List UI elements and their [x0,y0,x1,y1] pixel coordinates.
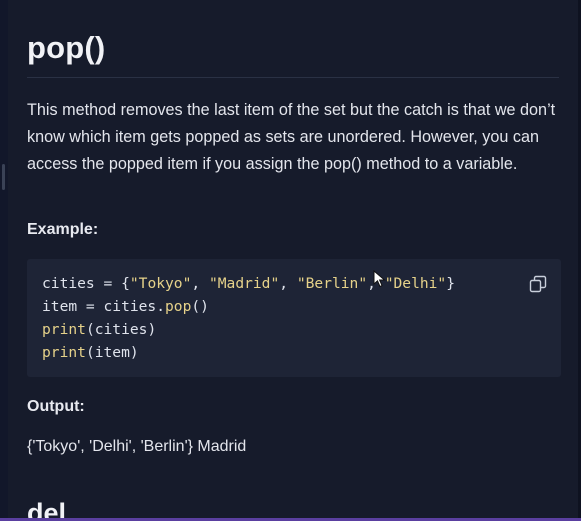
copy-icon [529,275,547,293]
example-label: Example: [27,221,99,238]
code-function: print [42,321,86,338]
section-title: pop() [27,30,106,65]
code-token: () [191,298,209,315]
code-token: cities [42,275,95,292]
code-string: "Delhi" [384,275,447,292]
code-string: "Tokyo" [129,275,192,292]
section-description: This method removes the last item of the… [27,101,556,173]
code-string: "Madrid" [208,275,280,292]
resize-handle[interactable] [2,164,5,190]
code-token: } [446,275,456,292]
code-token: (item) [85,344,139,361]
code-line-1: cities = {"Tokyo", "Madrid", "Berlin", "… [42,272,561,295]
code-block: cities = {"Tokyo", "Madrid", "Berlin", "… [27,259,561,377]
code-line-4: print(item) [42,341,561,364]
code-token: item = cities. [42,298,166,315]
code-token: (cities) [85,321,157,338]
output-label: Output: [27,398,85,415]
mouse-cursor-icon [373,270,386,288]
code-line-2: item = cities.pop() [42,295,561,318]
article-page: pop() This method removes the last item … [0,0,581,521]
title-divider [27,77,559,78]
code-string: "Berlin" [296,275,368,292]
code-line-3: print(cities) [42,318,561,341]
code-function: pop [165,298,192,315]
code-token: , [279,275,297,292]
code-function: print [42,344,86,361]
copy-button[interactable] [529,275,547,293]
output-text: {'Tokyo', 'Delhi', 'Berlin'} Madrid [27,438,247,455]
code-token: = { [94,275,130,292]
code-token: , [191,275,209,292]
left-panel-edge [0,0,8,521]
